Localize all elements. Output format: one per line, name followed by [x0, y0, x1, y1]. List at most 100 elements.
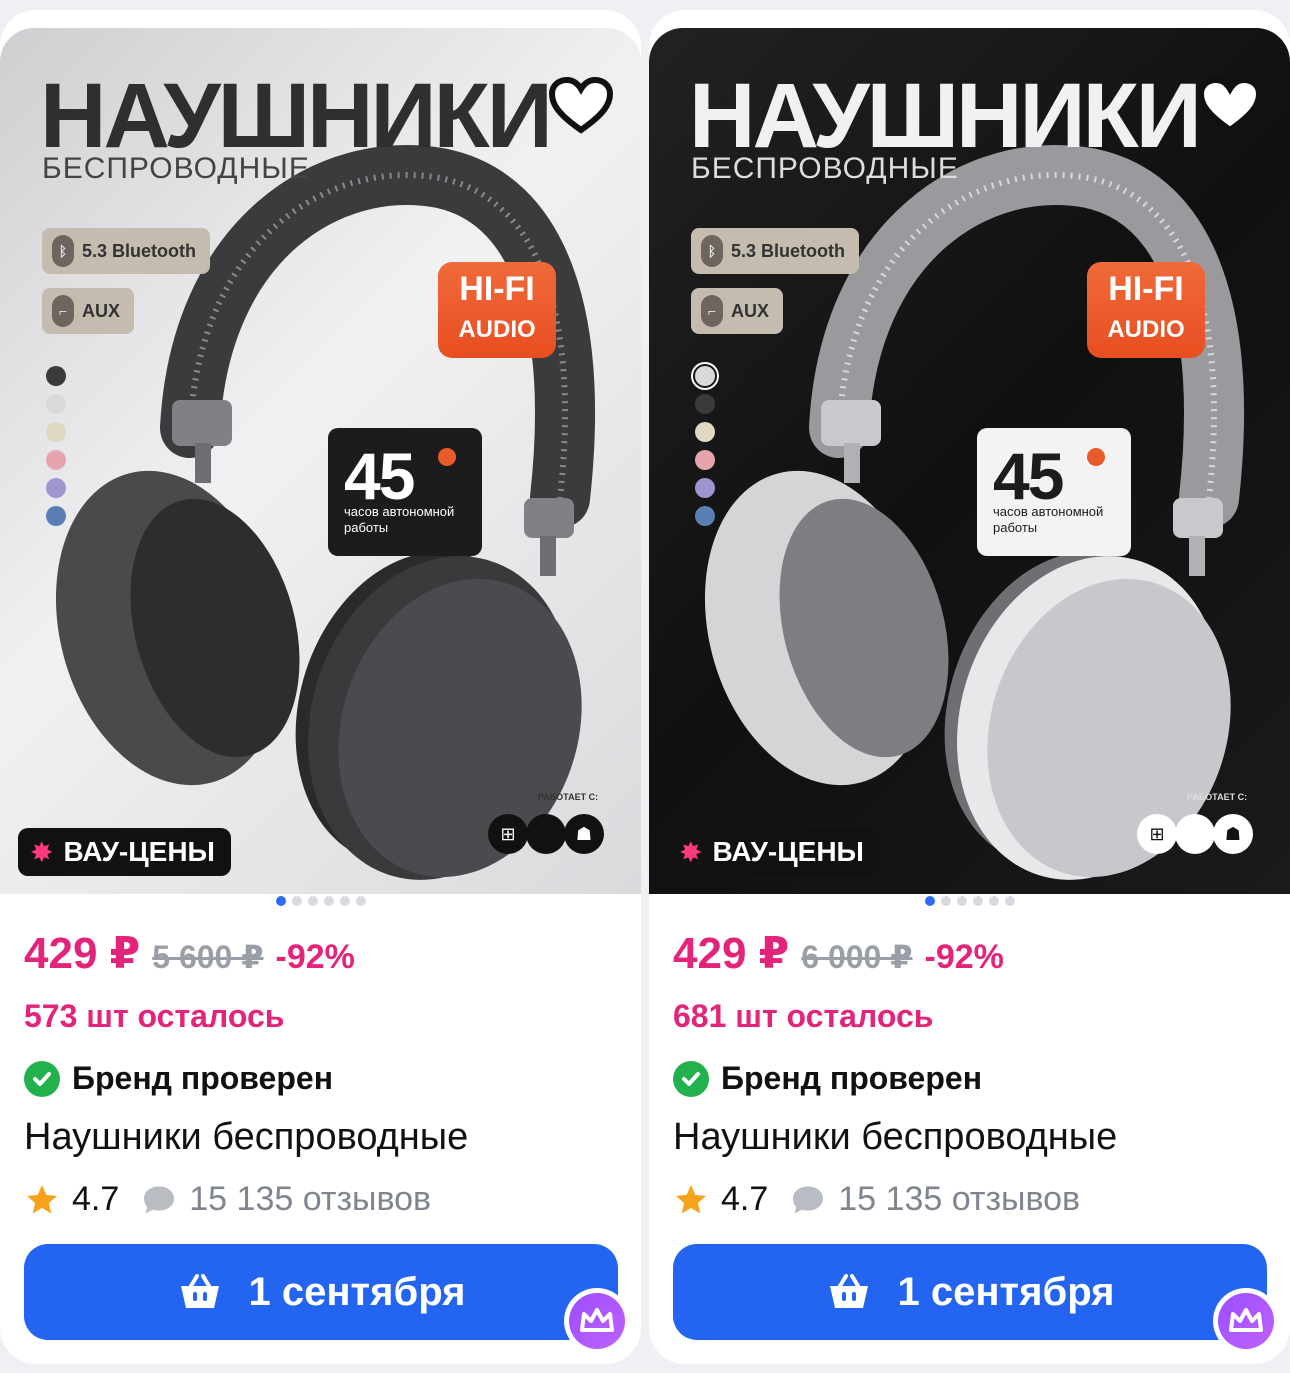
- color-swatch: [695, 422, 715, 442]
- premium-badge: [1213, 1288, 1279, 1354]
- color-swatches: [46, 366, 66, 526]
- wow-price-label: ВАУ-ЦЕНЫ: [63, 836, 215, 867]
- color-swatch: [46, 506, 66, 526]
- battery-badge: 45 часов автономной работы: [977, 428, 1131, 556]
- battery-badge: 45 часов автономной работы: [328, 428, 482, 556]
- carousel-dot[interactable]: [307, 896, 318, 906]
- sparkle-icon: ✸: [679, 836, 703, 868]
- stock-left: 573 шт осталось: [24, 998, 285, 1034]
- hifi-bottom: AUDIO: [1107, 316, 1185, 343]
- product-image[interactable]: НАУШНИКИ БЕСПРОВОДНЫЕ ᛒ 5.3 Bluetooth ⌐ …: [0, 28, 641, 894]
- aux-plug-icon: ⌐: [52, 295, 74, 327]
- image-title: НАУШНИКИ: [40, 65, 553, 167]
- crown-icon: [580, 1308, 614, 1332]
- rating-row: 4.7 15 135 отзывов: [673, 1180, 1080, 1219]
- brand-verified: Бренд проверен: [24, 1060, 333, 1097]
- product-card[interactable]: НАУШНИКИ БЕСПРОВОДНЫЕ ᛒ 5.3 Bluetooth ⌐ …: [0, 10, 641, 1364]
- delivery-date-label: 1 сентября: [897, 1269, 1115, 1314]
- color-swatch-selected: [691, 362, 719, 390]
- carousel-dots: [0, 896, 641, 906]
- aux-label: AUX: [82, 300, 121, 321]
- star-icon: [676, 1184, 706, 1213]
- carousel-dot-active[interactable]: [924, 896, 935, 906]
- color-swatch: [46, 478, 66, 498]
- reviews-count[interactable]: 15 135 отзывов: [838, 1180, 1080, 1219]
- windows-icon: ⊞: [1137, 814, 1177, 854]
- current-price: 429 ₽: [673, 929, 790, 978]
- rating-value: 4.7: [72, 1180, 120, 1218]
- reviews-count[interactable]: 15 135 отзывов: [189, 1180, 431, 1219]
- works-with-label: РАБОТАЕТ С:: [1187, 792, 1248, 802]
- image-subtitle: БЕСПРОВОДНЫЕ: [691, 152, 959, 185]
- hifi-bottom: AUDIO: [458, 316, 536, 343]
- verified-check-icon: [24, 1060, 60, 1097]
- carousel-dot[interactable]: [355, 896, 366, 906]
- wow-price-label: ВАУ-ЦЕНЫ: [712, 836, 864, 867]
- bluetooth-label: 5.3 Bluetooth: [731, 240, 846, 261]
- battery-text: часов автономной работы: [344, 504, 455, 535]
- color-swatches: [691, 362, 719, 526]
- android-icon: ☗: [564, 814, 604, 854]
- image-title: НАУШНИКИ: [689, 65, 1202, 167]
- color-swatch: [46, 450, 66, 470]
- apple-icon: [526, 814, 566, 854]
- product-name[interactable]: Наушники беспроводные: [673, 1116, 1117, 1159]
- stock-left: 681 шт осталось: [673, 998, 934, 1034]
- clock-icon: [1087, 448, 1105, 466]
- product-card[interactable]: НАУШНИКИ БЕСПРОВОДНЫЕ ᛒ 5.3 Bluetooth ⌐ …: [649, 10, 1290, 1364]
- bluetooth-chip: ᛒ 5.3 Bluetooth: [691, 228, 860, 274]
- bluetooth-label: 5.3 Bluetooth: [82, 240, 197, 261]
- reviews-bubble-icon: [793, 1186, 824, 1213]
- discount: -92%: [275, 938, 355, 976]
- product-image[interactable]: НАУШНИКИ БЕСПРОВОДНЫЕ ᛒ 5.3 Bluetooth ⌐ …: [649, 28, 1290, 894]
- current-price: 429 ₽: [24, 929, 141, 978]
- product-name[interactable]: Наушники беспроводные: [24, 1116, 468, 1159]
- carousel-dot-active[interactable]: [275, 896, 286, 906]
- battery-hours: 45: [344, 439, 415, 513]
- sparkle-icon: ✸: [30, 836, 54, 868]
- aux-label: AUX: [731, 300, 770, 321]
- windows-icon: ⊞: [488, 814, 528, 854]
- color-swatch: [46, 394, 66, 414]
- brand-verified-label: Бренд проверен: [72, 1060, 334, 1096]
- reviews-bubble-icon: [144, 1186, 175, 1213]
- add-to-cart-button[interactable]: 1 сентября: [24, 1244, 618, 1340]
- carousel-dot[interactable]: [956, 896, 967, 906]
- discount: -92%: [924, 938, 1004, 976]
- bluetooth-chip: ᛒ 5.3 Bluetooth: [42, 228, 211, 274]
- color-swatch: [695, 394, 715, 414]
- hifi-badge: HI-FI AUDIO: [438, 262, 556, 358]
- color-swatch: [46, 422, 66, 442]
- rating-row: 4.7 15 135 отзывов: [24, 1180, 431, 1219]
- wow-price-badge: ✸ ВАУ-ЦЕНЫ: [667, 828, 880, 876]
- carousel-dot[interactable]: [988, 896, 999, 906]
- carousel-dot[interactable]: [291, 896, 302, 906]
- basket-icon: [829, 1274, 868, 1308]
- crown-icon: [1229, 1308, 1263, 1332]
- aux-chip: ⌐ AUX: [42, 288, 135, 334]
- bluetooth-icon: ᛒ: [52, 235, 74, 267]
- carousel-dot[interactable]: [972, 896, 983, 906]
- hifi-badge: HI-FI AUDIO: [1087, 262, 1205, 358]
- wow-price-badge: ✸ ВАУ-ЦЕНЫ: [18, 828, 231, 876]
- favorite-heart-icon[interactable]: [1197, 76, 1263, 136]
- image-subtitle: БЕСПРОВОДНЫЕ: [42, 152, 310, 185]
- brand-verified: Бренд проверен: [673, 1060, 982, 1097]
- apple-icon: [1175, 814, 1215, 854]
- aux-chip: ⌐ AUX: [691, 288, 784, 334]
- bluetooth-icon: ᛒ: [701, 235, 723, 267]
- favorite-heart-icon[interactable]: [548, 76, 614, 136]
- rating-value: 4.7: [721, 1180, 769, 1218]
- carousel-dot[interactable]: [940, 896, 951, 906]
- old-price: 6 000 ₽: [801, 939, 913, 975]
- carousel-dot[interactable]: [1004, 896, 1015, 906]
- hifi-top: HI-FI: [1108, 270, 1184, 308]
- carousel-dot[interactable]: [339, 896, 350, 906]
- battery-hours: 45: [993, 439, 1064, 513]
- add-to-cart-button[interactable]: 1 сентября: [673, 1244, 1267, 1340]
- price-row: 429 ₽ 6 000 ₽ -92%: [673, 928, 1004, 979]
- color-swatch: [695, 450, 715, 470]
- battery-text: часов автономной работы: [993, 504, 1104, 535]
- carousel-dots: [649, 896, 1290, 906]
- carousel-dot[interactable]: [323, 896, 334, 906]
